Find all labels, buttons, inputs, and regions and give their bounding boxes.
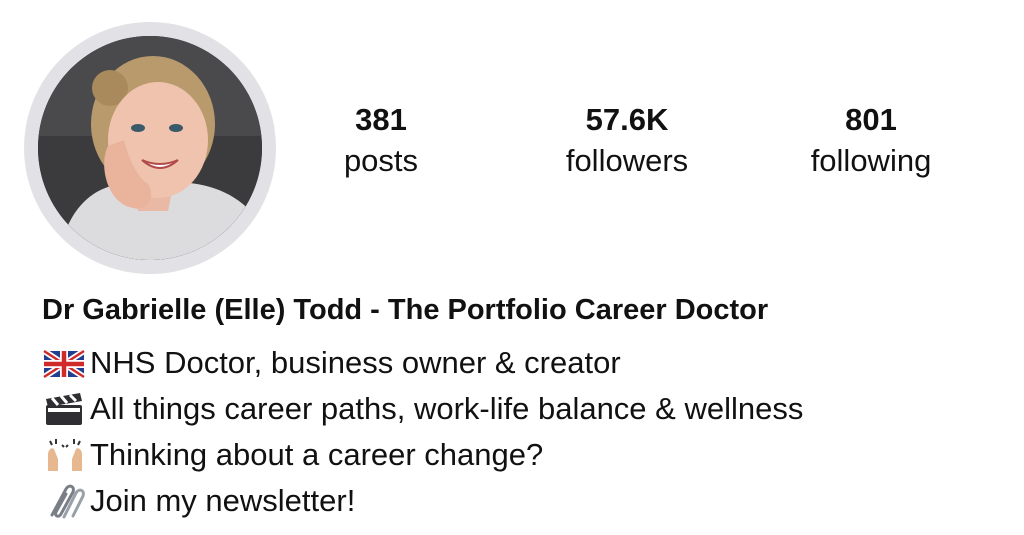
profile-bio: NHS Doctor, business owner & creator All…: [42, 340, 1012, 524]
bio-line: NHS Doctor, business owner & creator: [42, 340, 1012, 386]
bio-line: Join my newsletter!: [42, 478, 1012, 524]
bio-line: Thinking about a career change?: [42, 432, 1012, 478]
bio-text: All things career paths, work-life balan…: [90, 391, 804, 426]
profile-stats: 381 posts 57.6K followers 801 following: [280, 100, 1024, 200]
posts-count: 381: [355, 102, 407, 137]
uk-flag-icon: [42, 343, 90, 383]
following-label: following: [810, 143, 932, 178]
avatar-photo: [38, 36, 262, 260]
raising-hands-icon: [42, 435, 90, 475]
following-stat[interactable]: 801 following: [761, 100, 981, 182]
profile-name: Dr Gabrielle (Elle) Todd - The Portfolio…: [42, 294, 769, 326]
followers-stat[interactable]: 57.6K followers: [517, 100, 737, 182]
posts-stat[interactable]: 381 posts: [271, 100, 491, 182]
paperclips-icon: [42, 481, 90, 521]
bio-text: NHS Doctor, business owner & creator: [90, 345, 621, 380]
posts-label: posts: [343, 143, 419, 178]
following-count: 801: [845, 102, 897, 137]
avatar[interactable]: [38, 36, 262, 260]
followers-count: 57.6K: [585, 102, 669, 137]
bio-text: Thinking about a career change?: [90, 437, 544, 472]
bio-line: All things career paths, work-life balan…: [42, 386, 1012, 432]
clapperboard-icon: [42, 389, 90, 429]
bio-text: Join my newsletter!: [90, 483, 356, 518]
followers-label: followers: [565, 143, 689, 178]
